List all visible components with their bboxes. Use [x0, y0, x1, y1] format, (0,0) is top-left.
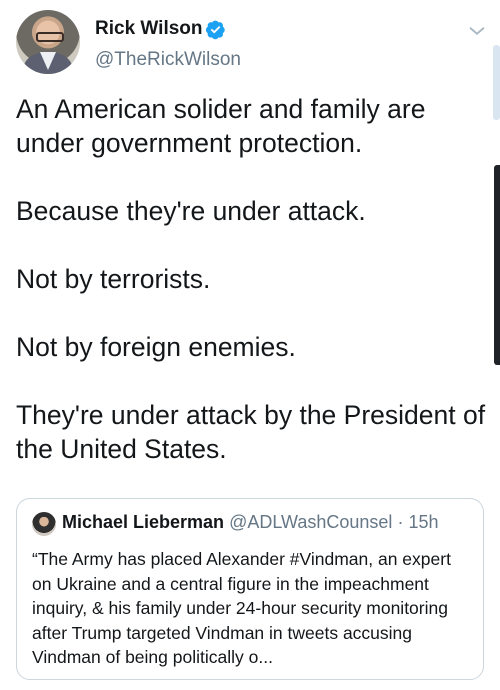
quoted-separator: · — [397, 512, 404, 532]
tweet-paragraph: Because they're under attack. — [16, 196, 366, 226]
author-handle[interactable]: @TheRickWilson — [95, 49, 241, 71]
quoted-tweet-card[interactable]: Michael Lieberman @ADLWashCounsel · 15h … — [16, 498, 484, 680]
quoted-tweet-text: “The Army has placed Alexander #Vindman,… — [32, 549, 451, 667]
quoted-author-handle: @ADLWashCounsel — [229, 512, 393, 532]
tweet-paragraph: They're under attack by the President of… — [16, 400, 486, 464]
quoted-author-name: Michael Lieberman — [62, 512, 225, 532]
chevron-down-icon[interactable] — [466, 20, 488, 42]
verified-badge-icon — [205, 20, 225, 40]
tweet-text: An American solider and family are under… — [16, 92, 486, 500]
quoted-time: 15h — [408, 512, 439, 532]
tweet-paragraph: An American solider and family are under… — [16, 94, 426, 158]
screen-edge — [494, 165, 500, 365]
scroll-indicator — [493, 45, 500, 120]
quoted-tweet-header: Michael Lieberman @ADLWashCounsel · 15h — [62, 512, 439, 533]
tweet-paragraph: Not by foreign enemies. — [16, 332, 296, 362]
tweet-paragraph: Not by terrorists. — [16, 264, 211, 294]
author-name[interactable]: Rick Wilson — [95, 18, 203, 40]
quoted-avatar — [32, 512, 56, 536]
avatar[interactable] — [16, 10, 80, 74]
